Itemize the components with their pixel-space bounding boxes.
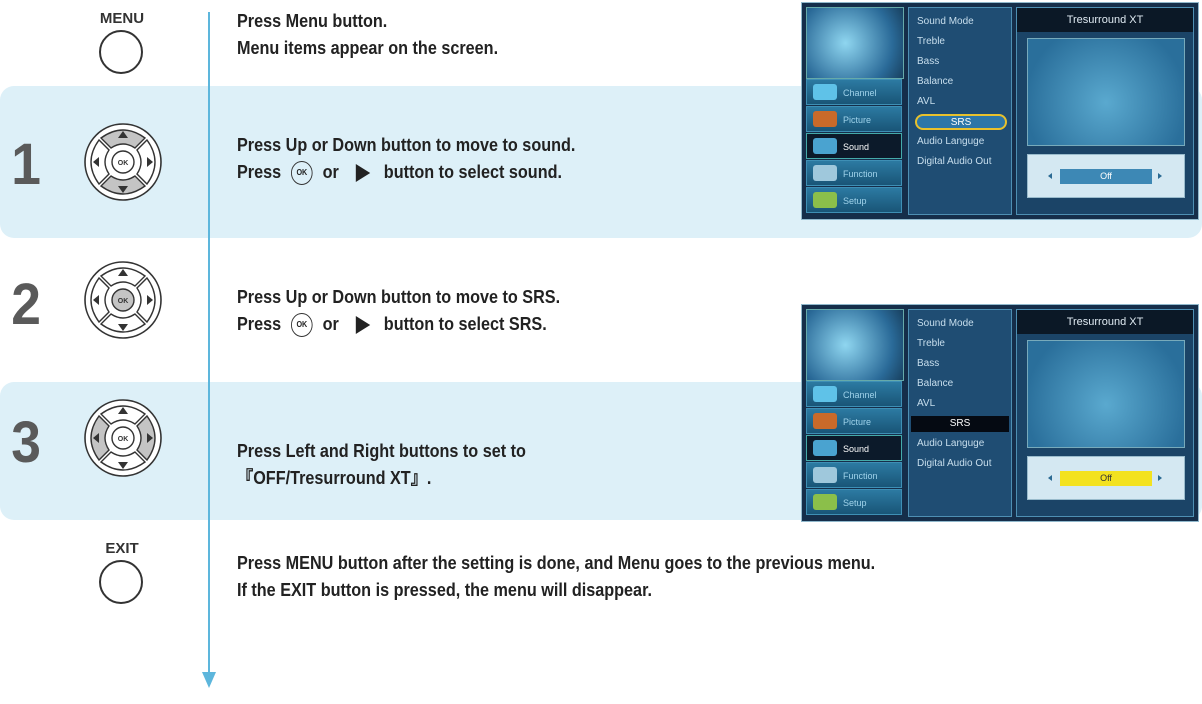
item-balance: Balance — [917, 378, 954, 389]
item-sound-mode: Sound Mode — [917, 16, 974, 27]
step-1-instructions: Press Up or Down button to move to sound… — [237, 132, 575, 186]
item-balance: Balance — [917, 76, 954, 87]
dpad-left-right-icon: OK — [84, 399, 162, 477]
svg-text:OK: OK — [118, 298, 129, 305]
selector-value-highlighted: Off — [1060, 471, 1152, 486]
svg-text:OK: OK — [118, 160, 129, 167]
gear-icon — [813, 192, 837, 208]
or-word: or — [322, 314, 339, 334]
category-picture: Picture — [806, 408, 902, 434]
selector-value: Off — [1060, 169, 1152, 184]
timeline-arrow-icon — [202, 672, 216, 688]
ok-button-icon: OK — [291, 161, 313, 186]
step-1-line-2: Press OK or button to select sound. — [237, 159, 575, 186]
item-bass: Bass — [917, 56, 940, 67]
left-arrow-icon — [1048, 475, 1052, 481]
exit-instructions: Press MENU button after the setting is d… — [237, 550, 875, 604]
step-2-line-1: Press Up or Down button to move to SRS. — [237, 287, 561, 307]
category-sound: Sound — [806, 133, 902, 159]
category-function: Function — [806, 462, 902, 488]
timeline-line — [208, 12, 210, 677]
right-arrow-icon — [355, 164, 371, 183]
tools-icon — [813, 165, 837, 181]
category-channel: Channel — [806, 381, 902, 407]
gear-icon — [813, 494, 837, 510]
speaker-hero-icon — [806, 7, 904, 79]
item-avl: AVL — [917, 398, 936, 409]
menu-instructions: Press Menu button. Menu items appear on … — [237, 8, 498, 62]
step-3-number: 3 — [11, 410, 41, 475]
step-1-tail: button to select sound. — [383, 162, 562, 182]
step-1-line-1: Press Up or Down button to move to sound… — [237, 135, 576, 155]
svg-text:OK: OK — [118, 436, 129, 443]
step-3-instructions: Press Left and Right buttons to set to 『… — [237, 438, 526, 492]
item-digital-audio-out: Digital Audio Out — [917, 156, 992, 167]
speaker-hero-icon — [806, 309, 904, 381]
srs-detail-panel: Tresurround XT Off — [1016, 309, 1194, 517]
item-treble: Treble — [917, 36, 945, 47]
item-digital-audio-out: Digital Audio Out — [917, 458, 992, 469]
ok-button-icon: OK — [291, 313, 313, 338]
exit-line-2: If the EXIT button is pressed, the menu … — [237, 580, 652, 600]
category-sound: Sound — [806, 435, 902, 461]
category-setup: Setup — [806, 187, 902, 213]
item-sound-mode: Sound Mode — [917, 318, 974, 329]
panel-title: Tresurround XT — [1017, 8, 1193, 32]
right-arrow-icon — [1158, 173, 1162, 179]
sound-items-panel: Sound Mode Treble Bass Balance AVL SRS A… — [908, 7, 1012, 215]
menu-line-2: Menu items appear on the screen. — [237, 38, 499, 58]
item-audio-language: Audio Languge — [917, 136, 985, 147]
channel-icon — [813, 84, 837, 100]
dpad-up-down-icon: OK — [84, 123, 162, 201]
step-2-instructions: Press Up or Down button to move to SRS. … — [237, 284, 560, 338]
step-2-tail: button to select SRS. — [383, 314, 547, 334]
item-audio-language: Audio Languge — [917, 438, 985, 449]
surround-speakers-icon — [1027, 340, 1185, 448]
value-selector: Off — [1027, 154, 1185, 198]
right-arrow-icon — [1158, 475, 1162, 481]
value-selector: Off — [1027, 456, 1185, 500]
sound-items-panel: Sound Mode Treble Bass Balance AVL SRS A… — [908, 309, 1012, 517]
speaker-icon — [813, 440, 837, 456]
left-arrow-icon — [1048, 173, 1052, 179]
step-2-number: 2 — [11, 272, 41, 337]
picture-icon — [813, 413, 837, 429]
surround-speakers-icon — [1027, 38, 1185, 146]
menu-button-label: MENU — [99, 10, 145, 27]
speaker-icon — [813, 138, 837, 154]
exit-line-1: Press MENU button after the setting is d… — [237, 553, 876, 573]
srs-detail-panel: Tresurround XT Off — [1016, 7, 1194, 215]
menu-button-icon — [99, 30, 143, 74]
channel-icon — [813, 386, 837, 402]
category-channel: Channel — [806, 79, 902, 105]
exit-button-label: EXIT — [105, 540, 139, 557]
item-treble: Treble — [917, 338, 945, 349]
category-setup: Setup — [806, 489, 902, 515]
item-srs-highlighted: SRS — [915, 114, 1007, 130]
category-panel: Channel Picture Sound Function Setup — [806, 7, 904, 215]
picture-icon — [813, 111, 837, 127]
item-avl: AVL — [917, 96, 936, 107]
item-srs-selected: SRS — [911, 416, 1009, 432]
panel-title: Tresurround XT — [1017, 310, 1193, 334]
tools-icon — [813, 467, 837, 483]
tv-menu-screen-2: Channel Picture Sound Function Setup Sou… — [801, 304, 1199, 522]
tv-menu-screen-1: Channel Picture Sound Function Setup Sou… — [801, 2, 1199, 220]
category-function: Function — [806, 160, 902, 186]
right-arrow-icon — [355, 316, 371, 335]
step-3-line-2: 『OFF/Tresurround XT』. — [237, 468, 432, 488]
or-word: or — [322, 162, 339, 182]
press-word: Press — [237, 314, 282, 334]
category-picture: Picture — [806, 106, 902, 132]
press-word: Press — [237, 162, 282, 182]
category-panel: Channel Picture Sound Function Setup — [806, 309, 904, 517]
dpad-ok-icon: OK — [84, 261, 162, 339]
menu-line-1: Press Menu button. — [237, 11, 388, 31]
exit-button-icon — [99, 560, 143, 604]
step-3-line-1: Press Left and Right buttons to set to — [237, 441, 526, 461]
step-2-line-2: Press OK or button to select SRS. — [237, 311, 560, 338]
step-1-number: 1 — [11, 132, 41, 197]
item-bass: Bass — [917, 358, 940, 369]
